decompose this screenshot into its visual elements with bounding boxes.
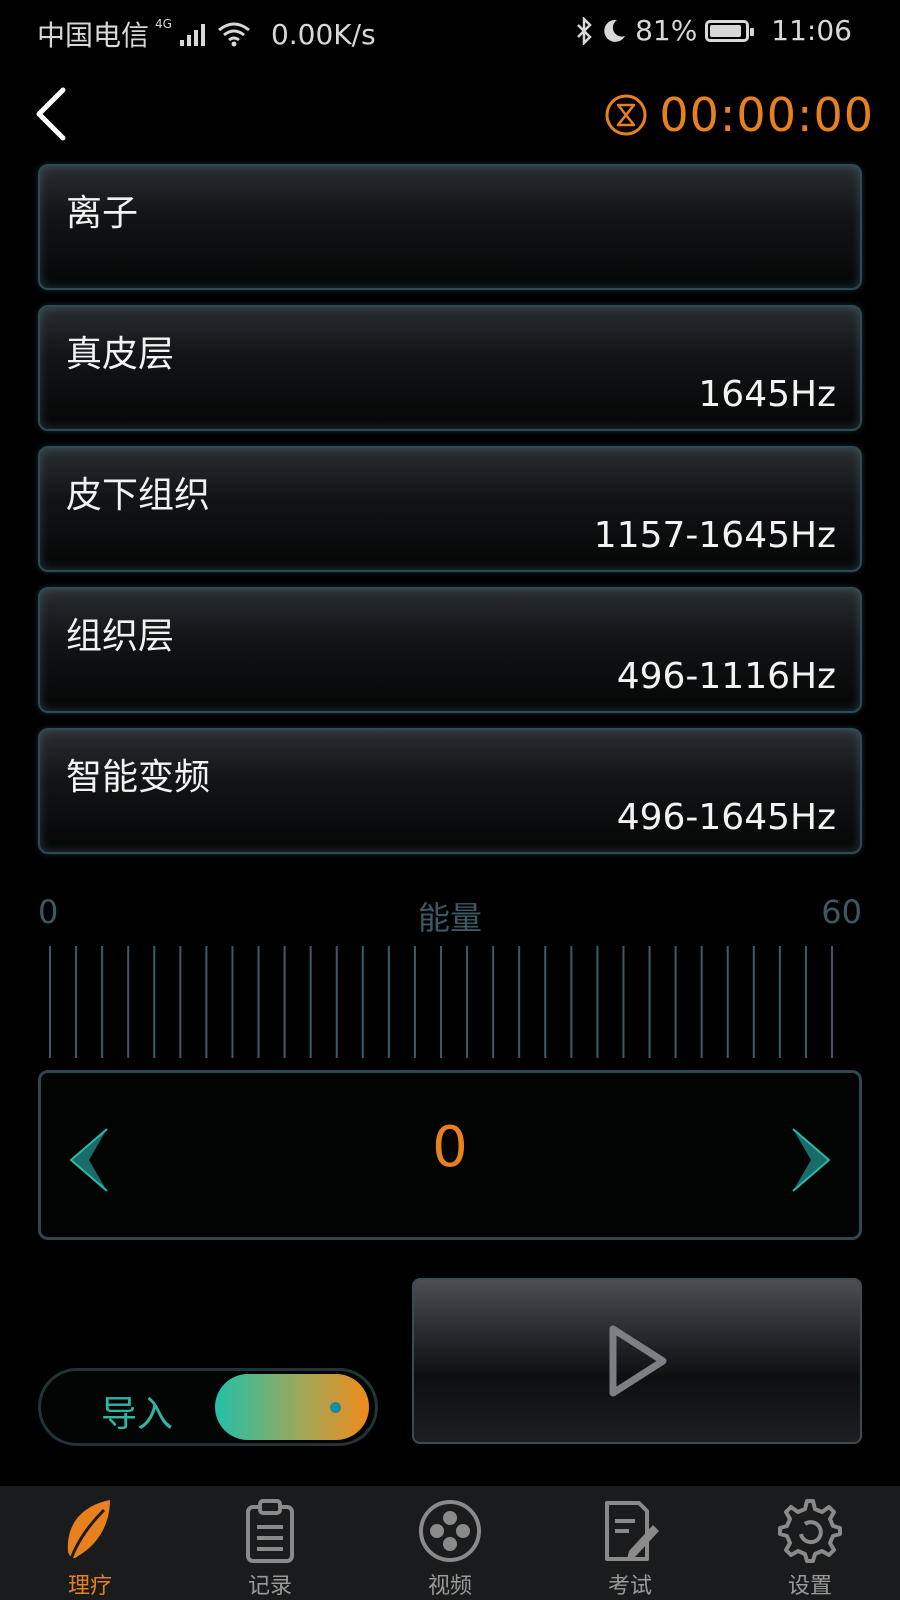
chevron-left-icon: [36, 87, 66, 141]
import-toggle[interactable]: 导入: [38, 1368, 378, 1446]
nav-label: 理疗: [67, 1574, 112, 1599]
exam-icon: [605, 1501, 659, 1561]
wifi-icon: [218, 22, 250, 47]
status-bar: 中国电信 4G 0.00K/s 81% 11:06: [0, 0, 900, 64]
hourglass-icon: [605, 94, 647, 136]
play-button[interactable]: [412, 1278, 862, 1444]
status-left: 中国电信 4G 0.00K/s: [37, 14, 376, 54]
mode-frequency: 1645Hz: [698, 374, 836, 415]
mode-frequency: 496-1645Hz: [616, 797, 836, 838]
mode-frequency: 496-1116Hz: [616, 656, 836, 697]
battery-percent: 81%: [635, 14, 698, 47]
mode-title: 组织层: [66, 616, 175, 657]
signal-icon: [179, 22, 205, 46]
battery-icon: [705, 19, 755, 42]
film-reel-icon: [419, 1500, 481, 1562]
nav-label: 设置: [787, 1574, 832, 1599]
clock: 11:06: [771, 14, 852, 47]
mode-card-smart-frequency[interactable]: 智能变频 496-1645Hz: [38, 728, 862, 854]
app-screen: 中国电信 4G 0.00K/s 81% 11:06 00:00:00 离子 真皮…: [0, 0, 900, 1600]
network-type: 4G: [155, 17, 172, 31]
mode-title: 离子: [66, 193, 139, 234]
mode-card-dermis[interactable]: 真皮层 1645Hz: [38, 305, 862, 431]
nav-label: 记录: [247, 1574, 292, 1599]
mode-title: 智能变频: [66, 757, 211, 798]
gear-icon: [778, 1499, 842, 1563]
mode-title: 真皮层: [66, 334, 175, 375]
bottom-nav: 理疗 记录 视频 考试 设置: [0, 1486, 900, 1600]
energy-scale-ticks[interactable]: [49, 946, 853, 1058]
nav-item-video[interactable]: 视频: [360, 1486, 540, 1600]
leaf-icon: [67, 1500, 110, 1563]
toggle-knob[interactable]: [215, 1374, 369, 1440]
nav-label: 视频: [427, 1574, 472, 1599]
mode-frequency: 1157-1645Hz: [593, 515, 836, 556]
energy-label: 能量: [417, 899, 482, 937]
increase-energy-button[interactable]: [781, 1125, 837, 1195]
mode-card-ion[interactable]: 离子: [38, 164, 862, 290]
energy-max-label: 60: [821, 893, 862, 931]
energy-value-box: 0: [38, 1070, 862, 1240]
network-speed: 0.00K/s: [270, 17, 376, 51]
mode-card-tissue[interactable]: 组织层 496-1116Hz: [38, 587, 862, 713]
nav-item-exam[interactable]: 考试: [540, 1486, 720, 1600]
energy-value: 0: [432, 1115, 468, 1180]
nav-label: 考试: [607, 1574, 652, 1599]
status-right: 81% 11:06: [575, 14, 852, 47]
nav-item-settings[interactable]: 设置: [720, 1486, 900, 1600]
moon-icon: [604, 19, 626, 42]
nav-item-therapy[interactable]: 理疗: [0, 1486, 180, 1600]
session-timer: 00:00:00: [603, 88, 874, 142]
back-button[interactable]: [26, 84, 76, 144]
mode-card-subcutaneous[interactable]: 皮下组织 1157-1645Hz: [38, 446, 862, 572]
play-icon: [609, 1325, 667, 1397]
clipboard-icon: [246, 1499, 294, 1563]
nav-item-records[interactable]: 记录: [180, 1486, 360, 1600]
import-toggle-label: 导入: [101, 1394, 174, 1435]
mode-title: 皮下组织: [66, 475, 211, 516]
timer-text: 00:00:00: [659, 88, 874, 142]
bluetooth-icon: [577, 16, 592, 45]
carrier-name: 中国电信: [37, 19, 150, 52]
